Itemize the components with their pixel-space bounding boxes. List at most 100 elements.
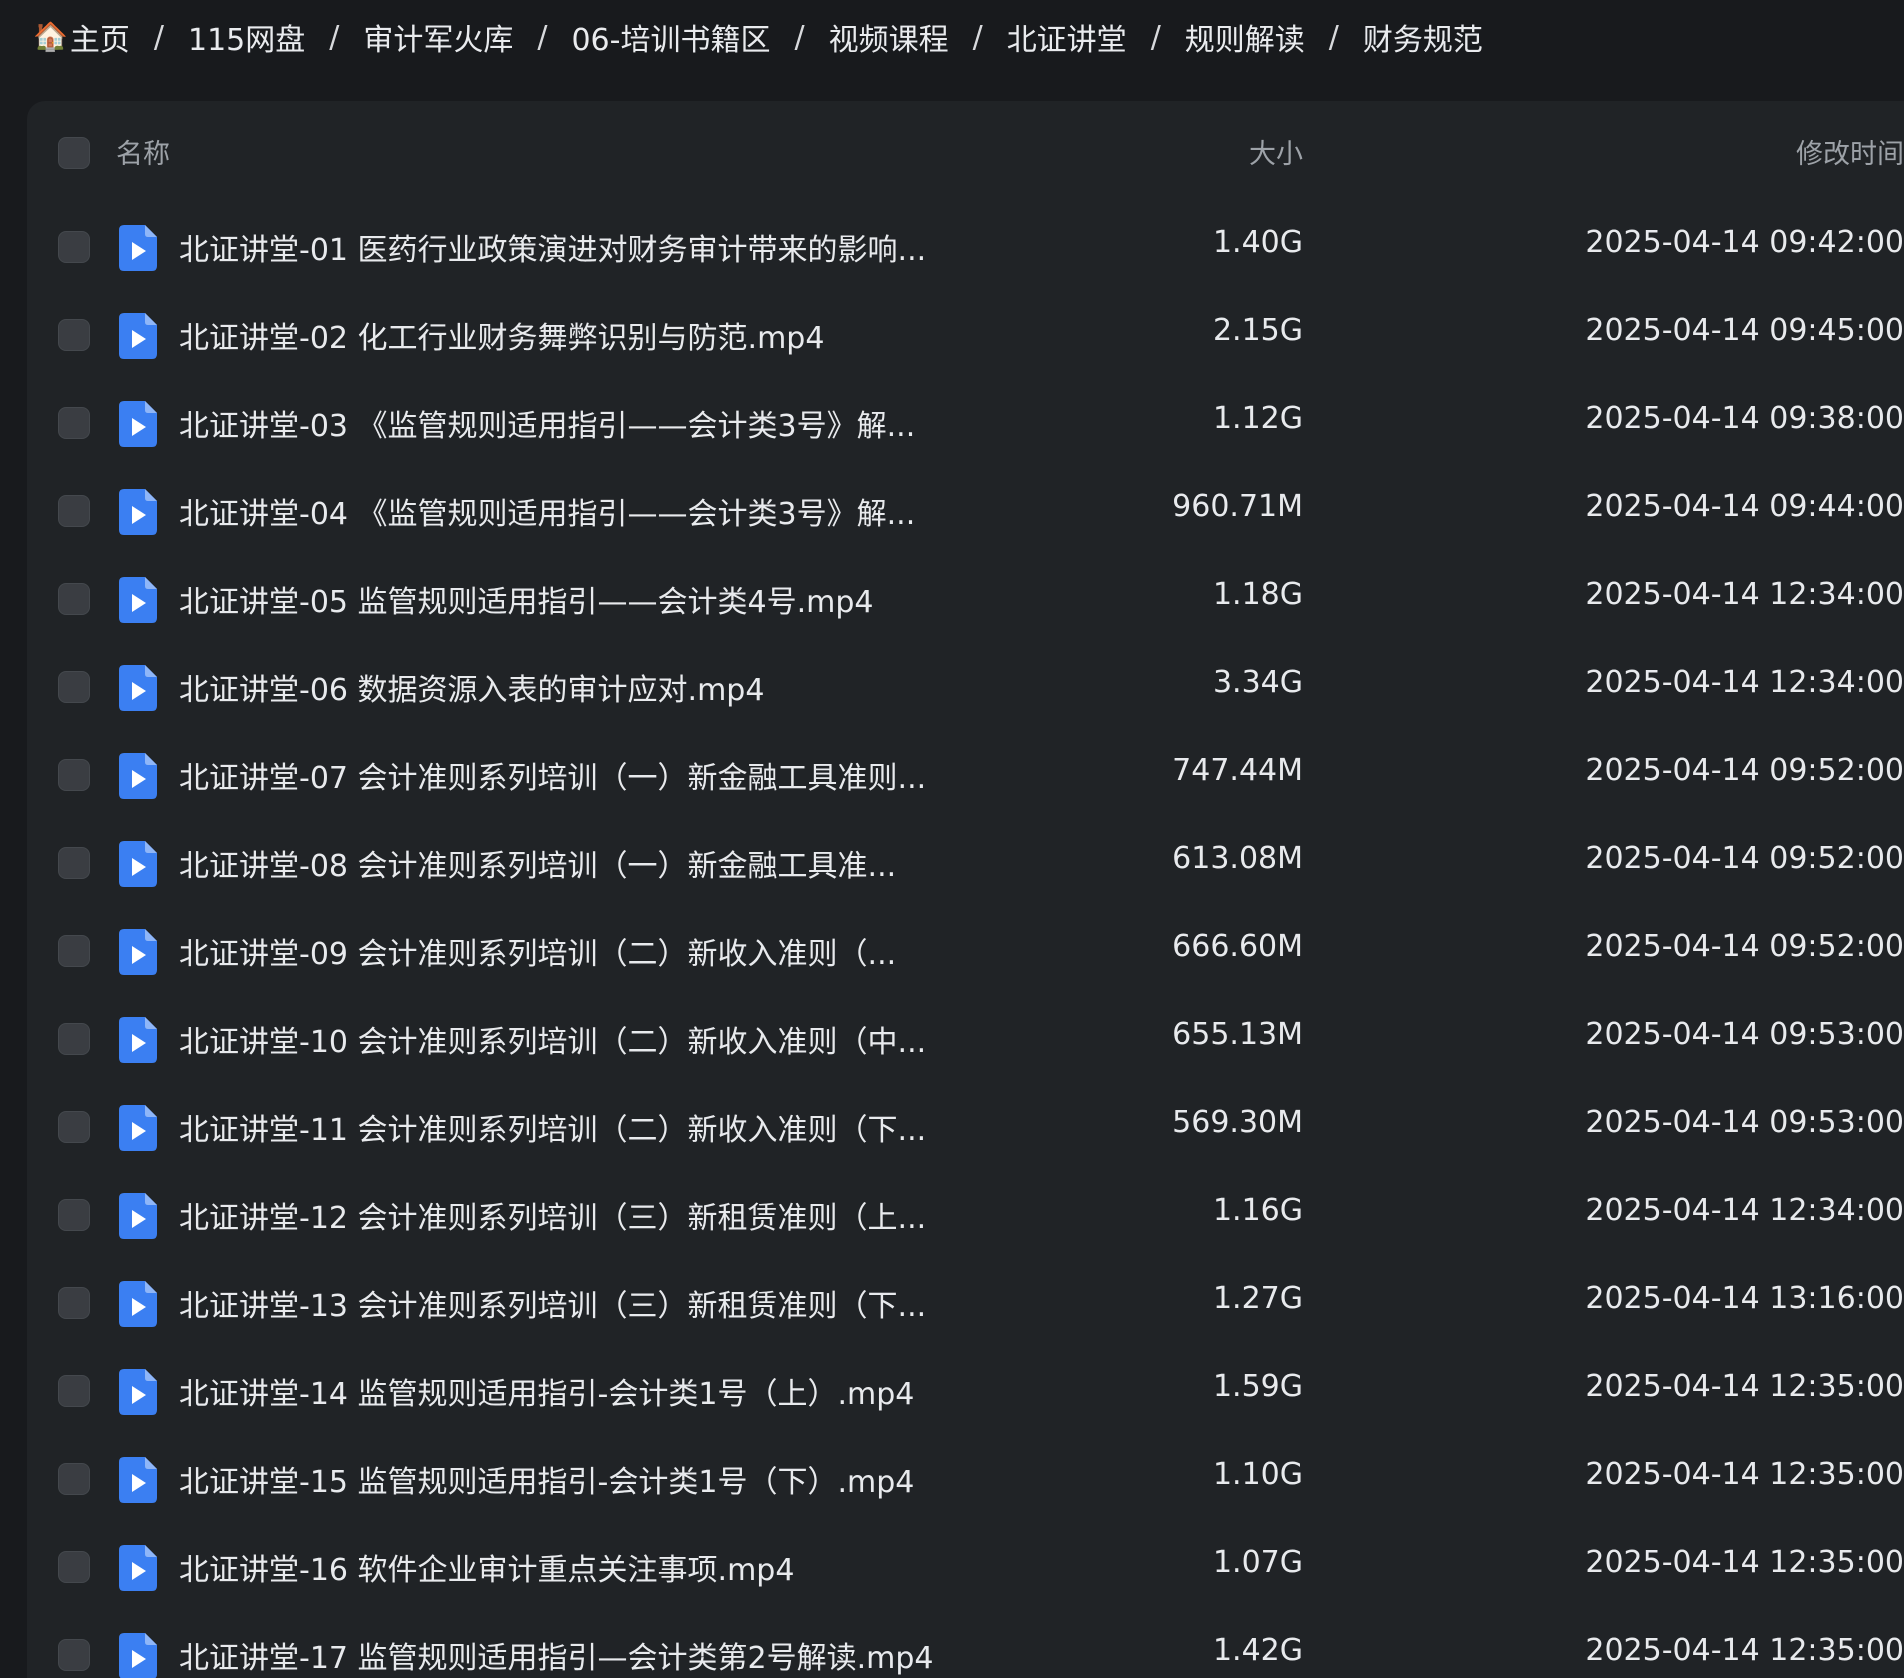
file-name[interactable]: 北证讲堂-17 监管规则适用指引—会计类第2号解读.mp4 — [179, 1633, 934, 1677]
file-name[interactable]: 北证讲堂-10 会计准则系列培训（二）新收入准则（中... — [179, 1017, 926, 1061]
video-file-icon — [119, 489, 157, 535]
file-name[interactable]: 北证讲堂-14 监管规则适用指引-会计类1号（上）.mp4 — [179, 1369, 914, 1413]
row-checkbox[interactable] — [58, 319, 90, 351]
video-file-icon — [119, 1633, 157, 1678]
file-size: 1.18G — [1212, 577, 1303, 612]
table-row[interactable]: 北证讲堂-07 会计准则系列培训（一）新金融工具准则... 747.44M 2025… — [27, 731, 1904, 819]
select-all-checkbox[interactable] — [58, 137, 90, 169]
file-name[interactable]: 北证讲堂-13 会计准则系列培训（三）新租赁准则（下... — [179, 1281, 926, 1325]
table-row[interactable]: 北证讲堂-08 会计准则系列培训（一）新金融工具准... 613.08M 2025-… — [27, 819, 1904, 907]
file-name[interactable]: 北证讲堂-01 医药行业政策演进对财务审计带来的影响... — [179, 225, 926, 269]
file-size: 747.44M — [1172, 753, 1303, 788]
video-file-icon — [119, 753, 157, 799]
video-file-icon — [119, 1369, 157, 1415]
video-file-icon — [119, 665, 157, 711]
table-row[interactable]: 北证讲堂-15 监管规则适用指引-会计类1号（下）.mp4 1.10G 2025-0… — [27, 1435, 1904, 1523]
row-checkbox[interactable] — [58, 671, 90, 703]
breadcrumb-label: 主页 — [69, 23, 130, 58]
file-modified-time: 2025-04-14 09:42:00 — [1585, 225, 1904, 260]
row-checkbox[interactable] — [58, 935, 90, 967]
table-row[interactable]: 北证讲堂-03 《监管规则适用指引——会计类3号》解... 1.12G 2025-0… — [27, 379, 1904, 467]
file-name[interactable]: 北证讲堂-09 会计准则系列培训（二）新收入准则（... — [179, 929, 896, 973]
column-header-size[interactable]: 大小 — [1249, 132, 1303, 171]
file-size: 1.16G — [1212, 1193, 1303, 1228]
file-name[interactable]: 北证讲堂-05 监管规则适用指引——会计类4号.mp4 — [179, 577, 874, 621]
file-size: 1.12G — [1212, 401, 1303, 436]
file-size: 1.27G — [1212, 1281, 1303, 1316]
table-row[interactable]: 北证讲堂-10 会计准则系列培训（二）新收入准则（中... 655.13M 2025… — [27, 995, 1904, 1083]
table-row[interactable]: 北证讲堂-01 医药行业政策演进对财务审计带来的影响... 1.40G 2025-0… — [27, 203, 1904, 291]
file-name[interactable]: 北证讲堂-11 会计准则系列培训（二）新收入准则（下... — [179, 1105, 926, 1149]
row-checkbox[interactable] — [58, 1639, 90, 1671]
table-row[interactable]: 北证讲堂-13 会计准则系列培训（三）新租赁准则（下... 1.27G 2025-0… — [27, 1259, 1904, 1347]
breadcrumb-item-rule-interpretation[interactable]: 规则解读 — [1185, 15, 1305, 59]
file-modified-time: 2025-04-14 13:16:00 — [1585, 1281, 1904, 1316]
table-row[interactable]: 北证讲堂-16 软件企业审计重点关注事项.mp4 1.07G 2025-04-14 … — [27, 1523, 1904, 1611]
file-size: 1.59G — [1212, 1369, 1303, 1404]
table-row[interactable]: 北证讲堂-04 《监管规则适用指引——会计类3号》解... 960.71M 2025… — [27, 467, 1904, 555]
breadcrumb-item-home[interactable]: 🏠 主页 — [33, 15, 130, 59]
breadcrumb-separator: / — [329, 19, 340, 55]
video-file-icon — [119, 1545, 157, 1591]
file-name[interactable]: 北证讲堂-02 化工行业财务舞弊识别与防范.mp4 — [179, 313, 824, 357]
row-checkbox[interactable] — [58, 1287, 90, 1319]
file-modified-time: 2025-04-14 09:38:00 — [1585, 401, 1904, 436]
table-row[interactable]: 北证讲堂-06 数据资源入表的审计应对.mp4 3.34G 2025-04-14 1… — [27, 643, 1904, 731]
row-checkbox[interactable] — [58, 583, 90, 615]
file-name[interactable]: 北证讲堂-03 《监管规则适用指引——会计类3号》解... — [179, 401, 915, 445]
file-modified-time: 2025-04-14 12:34:00 — [1585, 1193, 1904, 1228]
breadcrumb-item-115-drive[interactable]: 115网盘 — [188, 15, 305, 59]
breadcrumb-item-audit-arsenal[interactable]: 审计军火库 — [363, 15, 513, 59]
row-checkbox[interactable] — [58, 1023, 90, 1055]
file-name[interactable]: 北证讲堂-06 数据资源入表的审计应对.mp4 — [179, 665, 764, 709]
video-file-icon — [119, 1457, 157, 1503]
file-modified-time: 2025-04-14 09:44:00 — [1585, 489, 1904, 524]
breadcrumb-item-bse-lectures[interactable]: 北证讲堂 — [1007, 15, 1127, 59]
file-size: 666.60M — [1172, 929, 1303, 964]
row-checkbox[interactable] — [58, 1375, 90, 1407]
table-row[interactable]: 北证讲堂-17 监管规则适用指引—会计类第2号解读.mp4 1.42G 2025-0… — [27, 1611, 1904, 1678]
table-row[interactable]: 北证讲堂-11 会计准则系列培训（二）新收入准则（下... 569.30M 2025… — [27, 1083, 1904, 1171]
file-name[interactable]: 北证讲堂-08 会计准则系列培训（一）新金融工具准... — [179, 841, 896, 885]
row-checkbox[interactable] — [58, 231, 90, 263]
table-row[interactable]: 北证讲堂-09 会计准则系列培训（二）新收入准则（... 666.60M 2025-… — [27, 907, 1904, 995]
row-checkbox[interactable] — [58, 759, 90, 791]
file-size: 655.13M — [1172, 1017, 1303, 1052]
file-name[interactable]: 北证讲堂-04 《监管规则适用指引——会计类3号》解... — [179, 489, 915, 533]
file-modified-time: 2025-04-14 12:34:00 — [1585, 665, 1904, 700]
file-modified-time: 2025-04-14 12:35:00 — [1585, 1369, 1904, 1404]
file-name[interactable]: 北证讲堂-16 软件企业审计重点关注事项.mp4 — [179, 1545, 794, 1589]
file-size: 960.71M — [1172, 489, 1303, 524]
row-checkbox[interactable] — [58, 1463, 90, 1495]
breadcrumb-item-training-books[interactable]: 06-培训书籍区 — [571, 15, 770, 59]
table-row[interactable]: 北证讲堂-02 化工行业财务舞弊识别与防范.mp4 2.15G 2025-04-14… — [27, 291, 1904, 379]
video-file-icon — [119, 1105, 157, 1151]
file-size: 1.10G — [1212, 1457, 1303, 1492]
breadcrumb-item-video-courses[interactable]: 视频课程 — [829, 15, 949, 59]
breadcrumb-separator: / — [794, 19, 805, 55]
row-checkbox[interactable] — [58, 407, 90, 439]
file-modified-time: 2025-04-14 09:53:00 — [1585, 1105, 1904, 1140]
row-checkbox[interactable] — [58, 847, 90, 879]
column-header-modified-time[interactable]: 修改时间 — [1796, 132, 1904, 171]
file-name[interactable]: 北证讲堂-12 会计准则系列培训（三）新租赁准则（上... — [179, 1193, 926, 1237]
file-modified-time: 2025-04-14 12:35:00 — [1585, 1457, 1904, 1492]
table-row[interactable]: 北证讲堂-05 监管规则适用指引——会计类4号.mp4 1.18G 2025-04-… — [27, 555, 1904, 643]
breadcrumb-separator: / — [1328, 19, 1339, 55]
file-name[interactable]: 北证讲堂-07 会计准则系列培训（一）新金融工具准则... — [179, 753, 926, 797]
file-modified-time: 2025-04-14 12:34:00 — [1585, 577, 1904, 612]
file-size: 3.34G — [1212, 665, 1303, 700]
file-size: 613.08M — [1172, 841, 1303, 876]
file-list: 北证讲堂-01 医药行业政策演进对财务审计带来的影响... 1.40G 2025-0… — [27, 203, 1904, 1678]
column-header-name[interactable]: 名称 — [116, 132, 170, 171]
video-file-icon — [119, 1193, 157, 1239]
file-name[interactable]: 北证讲堂-15 监管规则适用指引-会计类1号（下）.mp4 — [179, 1457, 914, 1501]
row-checkbox[interactable] — [58, 1551, 90, 1583]
table-row[interactable]: 北证讲堂-12 会计准则系列培训（三）新租赁准则（上... 1.16G 2025-0… — [27, 1171, 1904, 1259]
row-checkbox[interactable] — [58, 495, 90, 527]
video-file-icon — [119, 929, 157, 975]
table-row[interactable]: 北证讲堂-14 监管规则适用指引-会计类1号（上）.mp4 1.59G 2025-0… — [27, 1347, 1904, 1435]
row-checkbox[interactable] — [58, 1111, 90, 1143]
row-checkbox[interactable] — [58, 1199, 90, 1231]
file-list-panel: 名称 大小 修改时间 北证讲堂-01 医药行业政策演进对财务审计带来的影响...… — [27, 101, 1904, 1678]
